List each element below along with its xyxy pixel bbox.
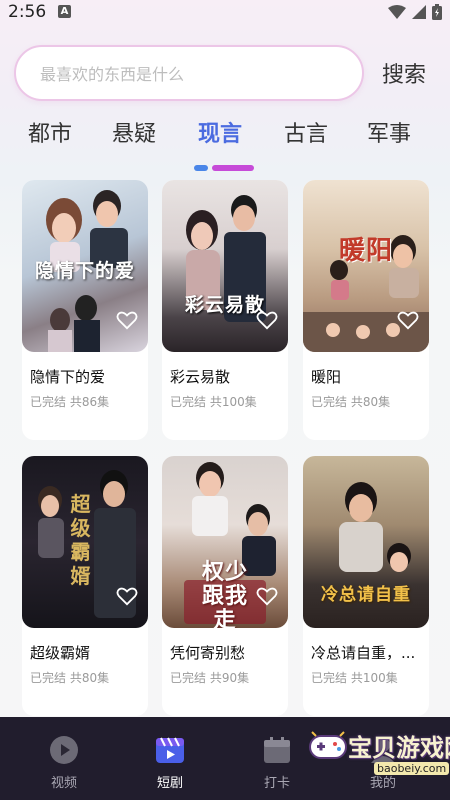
drama-meta: 已完结 共100集 — [311, 671, 398, 685]
wifi-icon — [388, 5, 406, 19]
drama-poster[interactable]: 权少跟我走 — [162, 456, 288, 628]
poster-title: 权少跟我走 — [201, 559, 248, 628]
drama-meta: 已完结 共100集 — [170, 395, 257, 409]
watermark-url: baobeiy.com — [374, 762, 450, 775]
status-bar: 2:56 A — [0, 0, 450, 26]
drama-meta: 已完结 共86集 — [30, 395, 110, 409]
drama-card[interactable]: 彩云易散 彩云易散 已完结 共100集 — [162, 180, 288, 440]
tab-xuanyi[interactable]: 悬疑 — [112, 116, 156, 148]
drama-title: 冷总请自重，... — [311, 644, 416, 662]
drama-poster[interactable]: 隐情下的爱 — [22, 180, 148, 352]
status-icons — [388, 4, 442, 20]
drama-title: 彩云易散 — [170, 368, 231, 386]
nav-item-shortdrama[interactable]: 短剧 — [130, 717, 210, 800]
calendar-icon — [264, 737, 290, 763]
drama-meta: 已完结 共90集 — [170, 671, 250, 685]
search-button[interactable]: 搜索 — [382, 57, 426, 89]
search-box[interactable] — [14, 45, 364, 101]
search-input[interactable] — [40, 63, 340, 85]
play-circle-icon — [50, 736, 78, 764]
watermark-text: 宝贝游戏网 — [348, 734, 450, 762]
drama-title: 凭何寄别愁 — [170, 644, 246, 662]
drama-card[interactable]: 隐情下的爱 隐情下的爱 已完结 共86集 — [22, 180, 148, 440]
heart-icon[interactable] — [116, 310, 138, 330]
category-tabs: 都市 悬疑 现言 古言 军事 — [0, 116, 450, 152]
tab-guyan[interactable]: 古言 — [284, 116, 328, 148]
heart-icon[interactable] — [256, 310, 278, 330]
poster-title: 暖阳 — [338, 236, 393, 266]
heart-icon[interactable] — [397, 310, 419, 330]
drama-card[interactable]: 冷总请自重 冷总请自重，... 已完结 共100集 — [303, 456, 429, 716]
drama-poster[interactable]: 暖阳 — [303, 180, 429, 352]
poster-title: 冷总请自重 — [321, 585, 411, 605]
status-time: 2:56 — [8, 2, 47, 22]
drama-title: 隐情下的爱 — [30, 368, 106, 386]
watermark: 宝贝游戏网 baobeiy.com — [300, 722, 450, 782]
battery-icon — [432, 4, 442, 20]
tab-junshi[interactable]: 军事 — [367, 116, 411, 148]
heart-icon[interactable] — [116, 586, 138, 606]
drama-card[interactable]: 暖阳 暖阳 已完结 共80集 — [303, 180, 429, 440]
notification-icon: A — [58, 5, 71, 18]
tab-xianyan[interactable]: 现言 — [198, 116, 242, 148]
gamepad-icon — [309, 731, 347, 759]
clapperboard-icon — [156, 737, 184, 763]
nav-label: 视频 — [50, 776, 77, 791]
poster-title: 隐情下的爱 — [34, 260, 135, 282]
active-tab-indicator — [194, 165, 254, 171]
signal-icon — [412, 5, 426, 19]
drama-title: 暖阳 — [311, 368, 342, 386]
nav-label: 短剧 — [156, 776, 183, 791]
heart-icon[interactable] — [256, 586, 278, 606]
drama-meta: 已完结 共80集 — [30, 671, 110, 685]
drama-poster[interactable]: 超级霸婿 — [22, 456, 148, 628]
drama-meta: 已完结 共80集 — [311, 395, 391, 409]
tab-dushi[interactable]: 都市 — [28, 116, 72, 148]
drama-card[interactable]: 超级霸婿 超级霸婿 已完结 共80集 — [22, 456, 148, 716]
drama-poster[interactable]: 彩云易散 — [162, 180, 288, 352]
drama-title: 超级霸婿 — [30, 644, 91, 662]
nav-item-video[interactable]: 视频 — [24, 717, 104, 800]
drama-card[interactable]: 权少跟我走 凭何寄别愁 已完结 共90集 — [162, 456, 288, 716]
drama-poster[interactable]: 冷总请自重 — [303, 456, 429, 628]
poster-title: 超级霸婿 — [70, 492, 92, 588]
